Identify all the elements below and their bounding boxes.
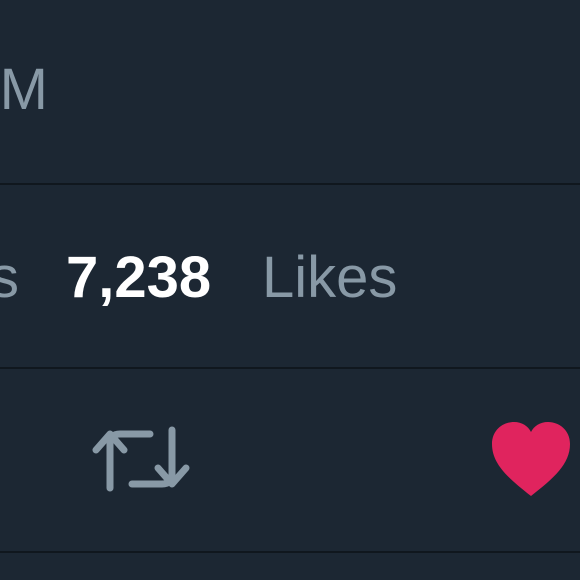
divider-top: [0, 183, 580, 185]
tweet-detail-frame: PM s 7,238 Likes: [0, 0, 580, 580]
tweet-timestamp[interactable]: PM: [0, 56, 49, 123]
timestamp-row: PM: [0, 0, 580, 184]
retweet-button[interactable]: [88, 418, 194, 500]
likes-count[interactable]: 7,238: [66, 244, 211, 311]
likes-label[interactable]: Likes: [262, 244, 397, 311]
heart-icon: [492, 422, 570, 496]
retweet-icon: [92, 426, 190, 492]
retweets-label[interactable]: s: [0, 244, 19, 311]
divider-middle: [0, 367, 580, 369]
like-button[interactable]: [488, 418, 574, 500]
divider-bottom: [0, 551, 580, 553]
